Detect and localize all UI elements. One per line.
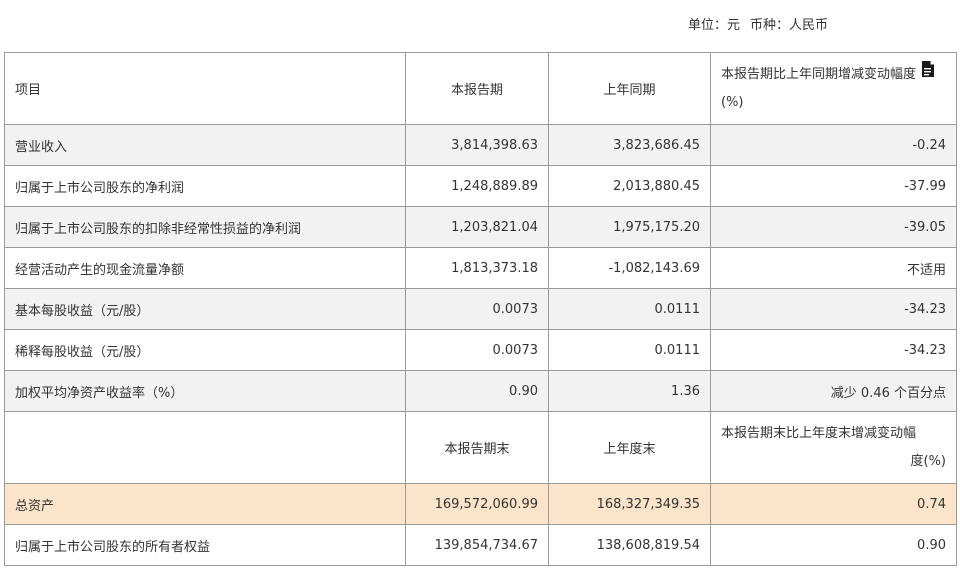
row-current: 1,203,821.04 [405,206,549,248]
row-current: 1,248,889.89 [405,165,549,207]
row-change: 0.74 [710,483,957,525]
table-row: 归属于上市公司股东的净利润 1,248,889.89 2,013,880.45 … [4,165,957,207]
row-label: 归属于上市公司股东的净利润 [4,165,406,207]
table-row: 归属于上市公司股东的所有者权益 139,854,734.67 138,608,8… [4,524,957,566]
row-change: -0.24 [710,124,957,166]
table-header-row: 项目 本报告期 上年同期 本报告期比上年同期增减变动幅度 (%) [4,52,957,125]
row-prior: 0.0111 [548,288,711,330]
row-label: 归属于上市公司股东的所有者权益 [4,524,406,566]
table-row: 基本每股收益（元/股） 0.0073 0.0111 -34.23 [4,288,957,330]
table-row: 营业收入 3,814,398.63 3,823,686.45 -0.24 [4,124,957,166]
header-prior: 上年同期 [548,52,711,125]
row-label: 基本每股收益（元/股） [4,288,406,330]
subheader-change: 本报告期末比上年度末增减变动幅 度(%) [710,411,957,484]
row-change: -34.23 [710,329,957,371]
table-subheader-row: 本报告期末 上年度末 本报告期末比上年度末增减变动幅 度(%) [4,411,957,484]
row-current: 169,572,060.99 [405,483,549,525]
header-item: 项目 [4,52,406,125]
row-current: 1,813,373.18 [405,247,549,289]
row-label: 营业收入 [4,124,406,166]
row-current: 0.0073 [405,329,549,371]
unit-label: 单位：元 [687,18,740,33]
row-prior: 0.0111 [548,329,711,371]
row-label: 经营活动产生的现金流量净额 [4,247,406,289]
header-change-line2: (%) [721,94,744,110]
row-prior: -1,082,143.69 [548,247,711,289]
row-label: 加权平均净资产收益率（%） [4,370,406,412]
subheader-current: 本报告期末 [405,411,549,484]
table-row: 加权平均净资产收益率（%） 0.90 1.36 减少 0.46 个百分点 [4,370,957,412]
header-change-line1: 本报告期比上年同期增减变动幅度 [721,66,917,82]
subheader-change-line2: 度(%) [910,453,947,469]
unit-line: 单位：元 币种：人民币 [688,14,828,33]
header-current: 本报告期 [405,52,549,125]
table-row: 稀释每股收益（元/股） 0.0073 0.0111 -34.23 [4,329,957,371]
document-icon[interactable] [920,60,936,78]
row-label: 归属于上市公司股东的扣除非经常性损益的净利润 [4,206,406,248]
row-change: 减少 0.46 个百分点 [710,370,957,412]
row-prior: 138,608,819.54 [548,524,711,566]
currency-label: 币种：人民币 [749,18,828,33]
row-label: 总资产 [4,483,406,525]
row-prior: 168,327,349.35 [548,483,711,525]
row-prior: 3,823,686.45 [548,124,711,166]
financial-table: 项目 本报告期 上年同期 本报告期比上年同期增减变动幅度 (%) 营业收入 3,… [4,52,957,566]
row-prior: 2,013,880.45 [548,165,711,207]
subheader-item [4,411,406,484]
row-prior: 1,975,175.20 [548,206,711,248]
row-change: 0.90 [710,524,957,566]
row-current: 139,854,734.67 [405,524,549,566]
row-prior: 1.36 [548,370,711,412]
table-row: 经营活动产生的现金流量净额 1,813,373.18 -1,082,143.69… [4,247,957,289]
row-change: 不适用 [710,247,957,289]
table-row: 总资产 169,572,060.99 168,327,349.35 0.74 [4,483,957,525]
row-label: 稀释每股收益（元/股） [4,329,406,371]
row-change: -34.23 [710,288,957,330]
row-current: 0.0073 [405,288,549,330]
subheader-prior: 上年度末 [548,411,711,484]
table-row: 归属于上市公司股东的扣除非经常性损益的净利润 1,203,821.04 1,97… [4,206,957,248]
row-current: 3,814,398.63 [405,124,549,166]
row-change: -37.99 [710,165,957,207]
row-change: -39.05 [710,206,957,248]
row-current: 0.90 [405,370,549,412]
subheader-change-line1: 本报告期末比上年度末增减变动幅 [721,425,917,441]
